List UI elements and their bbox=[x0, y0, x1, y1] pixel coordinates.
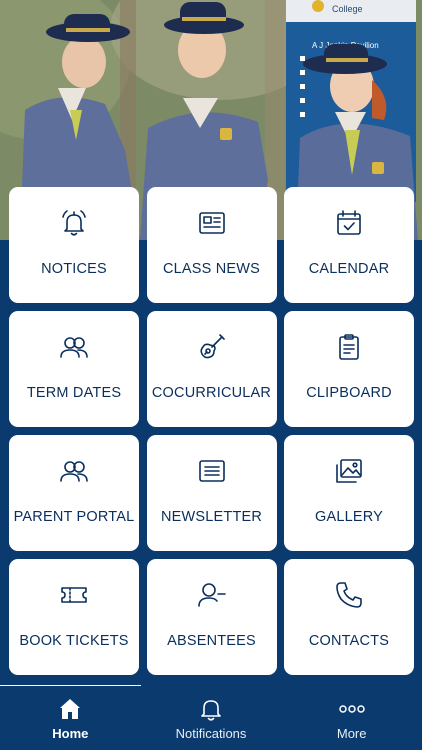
tab-notifications-label: Notifications bbox=[175, 726, 247, 741]
tile-label: GALLERY bbox=[314, 509, 384, 525]
newspaper-icon bbox=[196, 207, 228, 239]
ticket-icon bbox=[58, 579, 90, 611]
tile-label: BOOK TICKETS bbox=[19, 633, 129, 649]
tab-notifications[interactable]: Notifications bbox=[141, 686, 282, 750]
tile-label: CLASS NEWS bbox=[162, 261, 261, 277]
user-minus-icon bbox=[196, 579, 228, 611]
phone-icon bbox=[333, 579, 365, 611]
tab-home[interactable]: Home bbox=[0, 686, 141, 750]
clipboard-icon bbox=[333, 331, 365, 363]
tile-label: PARENT PORTAL bbox=[13, 509, 135, 525]
tile-gallery[interactable]: GALLERY bbox=[284, 435, 414, 551]
tile-cocurricular[interactable]: COCURRICULAR bbox=[146, 311, 277, 427]
tile-label: TERM DATES bbox=[26, 385, 122, 401]
tab-home-label: Home bbox=[52, 726, 89, 741]
tile-notices[interactable]: NOTICES bbox=[9, 187, 139, 303]
guitar-icon bbox=[196, 331, 228, 363]
tile-label: CONTACTS bbox=[308, 633, 390, 649]
bell-icon bbox=[198, 696, 224, 722]
tile-label: NOTICES bbox=[41, 261, 107, 277]
sign-text-college: College bbox=[332, 4, 363, 14]
menu-tile-grid: NOTICES CLASS NEWS CALENDAR TERM DATES C… bbox=[9, 187, 414, 675]
tab-more[interactable]: More bbox=[281, 686, 422, 750]
calendar-icon bbox=[333, 207, 365, 239]
tile-absentees[interactable]: ABSENTEES bbox=[146, 559, 277, 675]
tile-contacts[interactable]: CONTACTS bbox=[284, 559, 414, 675]
tile-book-tickets[interactable]: BOOK TICKETS bbox=[9, 559, 139, 675]
gallery-icon bbox=[333, 455, 365, 487]
tab-more-label: More bbox=[336, 726, 367, 741]
tile-calendar[interactable]: CALENDAR bbox=[284, 187, 414, 303]
tile-clipboard[interactable]: CLIPBOARD bbox=[284, 311, 414, 427]
tile-label: COCURRICULAR bbox=[151, 385, 272, 401]
tile-label: CALENDAR bbox=[308, 261, 390, 277]
people-icon bbox=[58, 455, 90, 487]
tile-label: ABSENTEES bbox=[167, 633, 256, 649]
tile-class-news[interactable]: CLASS NEWS bbox=[146, 187, 277, 303]
tile-label: CLIPBOARD bbox=[306, 385, 392, 401]
more-dots-icon bbox=[338, 696, 365, 722]
tile-parent-portal[interactable]: PARENT PORTAL bbox=[9, 435, 139, 551]
tile-newsletter[interactable]: NEWSLETTER bbox=[146, 435, 277, 551]
tile-label: NEWSLETTER bbox=[160, 509, 263, 525]
bell-icon bbox=[58, 207, 90, 239]
newsletter-icon bbox=[196, 455, 228, 487]
tile-term-dates[interactable]: TERM DATES bbox=[9, 311, 139, 427]
bottom-tab-bar: Home Notifications More bbox=[0, 686, 422, 750]
home-icon bbox=[57, 696, 83, 722]
people-icon bbox=[58, 331, 90, 363]
